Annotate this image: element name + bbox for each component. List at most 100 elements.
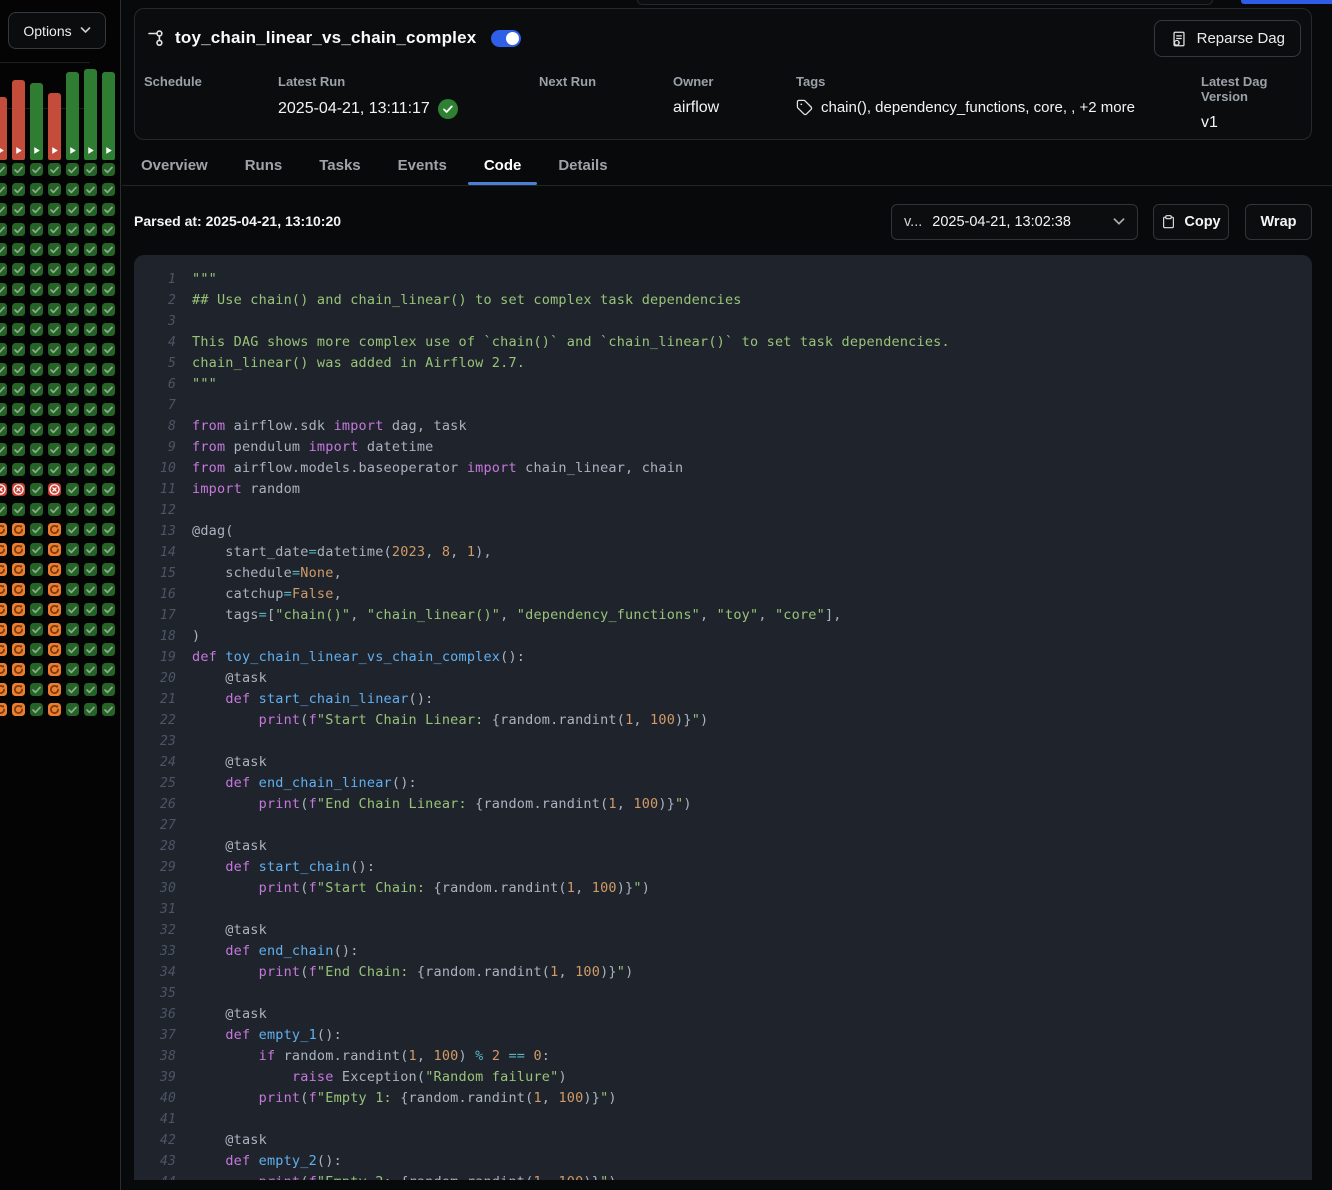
task-success-cell[interactable] xyxy=(48,183,61,196)
task-success-cell[interactable] xyxy=(66,663,79,676)
task-success-cell[interactable] xyxy=(48,423,61,436)
task-retry-cell[interactable] xyxy=(0,583,7,596)
task-success-cell[interactable] xyxy=(84,363,97,376)
task-success-cell[interactable] xyxy=(30,663,43,676)
task-success-cell[interactable] xyxy=(30,183,43,196)
task-success-cell[interactable] xyxy=(48,203,61,216)
task-success-cell[interactable] xyxy=(0,203,7,216)
task-success-cell[interactable] xyxy=(84,543,97,556)
task-retry-cell[interactable] xyxy=(48,583,61,596)
task-retry-cell[interactable] xyxy=(48,683,61,696)
task-retry-cell[interactable] xyxy=(0,563,7,576)
task-success-cell[interactable] xyxy=(84,323,97,336)
task-success-cell[interactable] xyxy=(66,703,79,716)
task-success-cell[interactable] xyxy=(30,463,43,476)
task-success-cell[interactable] xyxy=(102,443,115,456)
task-retry-cell[interactable] xyxy=(48,643,61,656)
task-success-cell[interactable] xyxy=(84,603,97,616)
task-success-cell[interactable] xyxy=(0,463,7,476)
task-success-cell[interactable] xyxy=(12,503,25,516)
task-retry-cell[interactable] xyxy=(0,703,7,716)
task-success-cell[interactable] xyxy=(102,663,115,676)
task-success-cell[interactable] xyxy=(48,503,61,516)
task-success-cell[interactable] xyxy=(30,523,43,536)
task-success-cell[interactable] xyxy=(84,183,97,196)
task-success-cell[interactable] xyxy=(30,383,43,396)
task-retry-cell[interactable] xyxy=(0,623,7,636)
task-success-cell[interactable] xyxy=(102,183,115,196)
task-success-cell[interactable] xyxy=(66,303,79,316)
task-success-cell[interactable] xyxy=(102,343,115,356)
task-success-cell[interactable] xyxy=(12,163,25,176)
task-success-cell[interactable] xyxy=(48,323,61,336)
task-failed-cell[interactable] xyxy=(48,483,61,496)
task-success-cell[interactable] xyxy=(84,703,97,716)
task-success-cell[interactable] xyxy=(30,423,43,436)
dag-run-bar[interactable] xyxy=(30,83,43,160)
task-success-cell[interactable] xyxy=(0,163,7,176)
task-success-cell[interactable] xyxy=(0,363,7,376)
task-success-cell[interactable] xyxy=(84,463,97,476)
task-success-cell[interactable] xyxy=(0,323,7,336)
task-success-cell[interactable] xyxy=(84,243,97,256)
task-success-cell[interactable] xyxy=(0,403,7,416)
task-success-cell[interactable] xyxy=(0,423,7,436)
task-success-cell[interactable] xyxy=(48,383,61,396)
task-success-cell[interactable] xyxy=(66,603,79,616)
task-success-cell[interactable] xyxy=(30,483,43,496)
task-success-cell[interactable] xyxy=(30,363,43,376)
task-success-cell[interactable] xyxy=(102,503,115,516)
task-success-cell[interactable] xyxy=(12,443,25,456)
task-success-cell[interactable] xyxy=(84,663,97,676)
task-success-cell[interactable] xyxy=(66,363,79,376)
task-success-cell[interactable] xyxy=(102,323,115,336)
task-retry-cell[interactable] xyxy=(12,543,25,556)
task-retry-cell[interactable] xyxy=(48,543,61,556)
task-success-cell[interactable] xyxy=(66,403,79,416)
task-success-cell[interactable] xyxy=(84,503,97,516)
task-success-cell[interactable] xyxy=(102,543,115,556)
dag-run-bar[interactable] xyxy=(66,72,79,160)
options-button[interactable]: Options xyxy=(8,12,106,49)
task-success-cell[interactable] xyxy=(102,523,115,536)
task-retry-cell[interactable] xyxy=(48,663,61,676)
task-success-cell[interactable] xyxy=(48,163,61,176)
task-success-cell[interactable] xyxy=(30,283,43,296)
copy-button[interactable]: Copy xyxy=(1153,204,1229,240)
task-success-cell[interactable] xyxy=(66,283,79,296)
task-success-cell[interactable] xyxy=(66,563,79,576)
task-success-cell[interactable] xyxy=(30,603,43,616)
task-success-cell[interactable] xyxy=(102,583,115,596)
task-success-cell[interactable] xyxy=(48,443,61,456)
task-retry-cell[interactable] xyxy=(12,703,25,716)
task-success-cell[interactable] xyxy=(12,403,25,416)
tab-overview[interactable]: Overview xyxy=(125,145,224,185)
task-success-cell[interactable] xyxy=(84,303,97,316)
task-success-cell[interactable] xyxy=(30,163,43,176)
task-retry-cell[interactable] xyxy=(48,523,61,536)
task-success-cell[interactable] xyxy=(102,423,115,436)
task-success-cell[interactable] xyxy=(66,423,79,436)
task-success-cell[interactable] xyxy=(30,243,43,256)
task-retry-cell[interactable] xyxy=(0,543,7,556)
task-retry-cell[interactable] xyxy=(48,603,61,616)
tags-value[interactable]: chain(), dependency_functions, core, , +… xyxy=(821,99,1135,116)
task-success-cell[interactable] xyxy=(84,563,97,576)
task-retry-cell[interactable] xyxy=(0,683,7,696)
task-success-cell[interactable] xyxy=(30,563,43,576)
task-success-cell[interactable] xyxy=(102,463,115,476)
task-success-cell[interactable] xyxy=(102,623,115,636)
dag-run-bar[interactable] xyxy=(102,72,115,160)
task-success-cell[interactable] xyxy=(0,263,7,276)
task-success-cell[interactable] xyxy=(30,303,43,316)
task-success-cell[interactable] xyxy=(0,383,7,396)
task-success-cell[interactable] xyxy=(102,163,115,176)
task-success-cell[interactable] xyxy=(102,203,115,216)
task-success-cell[interactable] xyxy=(102,383,115,396)
task-success-cell[interactable] xyxy=(102,303,115,316)
task-success-cell[interactable] xyxy=(102,563,115,576)
task-success-cell[interactable] xyxy=(30,703,43,716)
task-retry-cell[interactable] xyxy=(12,563,25,576)
task-success-cell[interactable] xyxy=(30,223,43,236)
task-success-cell[interactable] xyxy=(84,423,97,436)
